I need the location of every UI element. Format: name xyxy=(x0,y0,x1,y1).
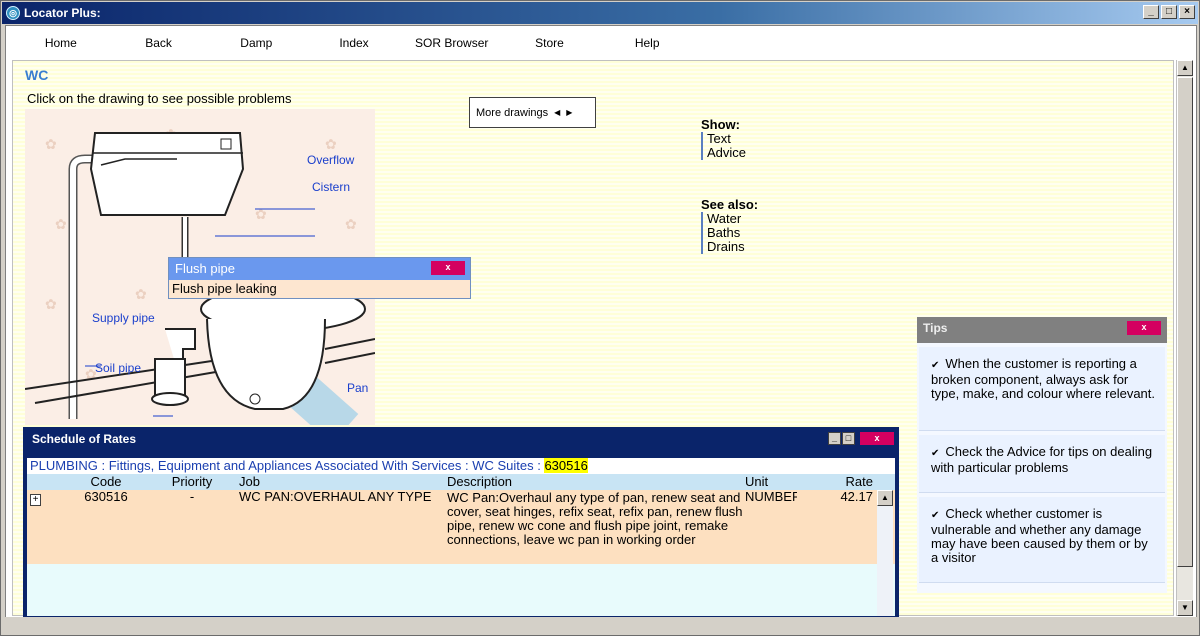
see-also-section: See also: Water Baths Drains xyxy=(701,197,758,254)
tips-close-button[interactable]: x xyxy=(1127,321,1161,335)
window-title: Locator Plus: xyxy=(24,6,101,20)
tips-header: Tips x xyxy=(917,317,1167,343)
page-title: WC xyxy=(25,67,49,83)
title-bar[interactable]: ◎ Locator Plus: _ □ × xyxy=(2,2,1198,24)
show-link-text[interactable]: Text xyxy=(707,132,746,146)
row-unit: NUMBER xyxy=(745,490,797,504)
row-priority: - xyxy=(189,489,195,504)
tips-panel: Tips x ✔ When the customer is reporting a… xyxy=(917,317,1167,593)
menu-back[interactable]: Back xyxy=(110,32,208,54)
menu-store[interactable]: Store xyxy=(501,32,599,54)
row-description: WC Pan:Overhaul any type of pan, renew s… xyxy=(447,490,743,547)
scroll-up-icon[interactable]: ▲ xyxy=(877,490,893,506)
svg-text:✿: ✿ xyxy=(255,206,267,222)
tip-item: ✔ Check the Advice for tips on dealing wi… xyxy=(919,435,1165,493)
sor-breadcrumb: PLUMBING : Fittings, Equipment and Appli… xyxy=(27,458,895,474)
see-also-drains[interactable]: Drains xyxy=(707,240,758,254)
minimize-button[interactable]: _ xyxy=(1143,5,1159,19)
col-code-header[interactable]: Code xyxy=(63,474,149,490)
app-window: ◎ Locator Plus: _ □ × Home Back Damp Ind… xyxy=(0,0,1200,636)
col-expand-header xyxy=(27,474,63,490)
sor-scrollbar[interactable]: ▲ xyxy=(877,490,893,616)
breadcrumb-code: 630516 xyxy=(544,458,588,473)
client-area: Home Back Damp Index SOR Browser Store H… xyxy=(5,25,1197,633)
more-drawings-label: More drawings xyxy=(476,106,549,119)
scroll-thumb[interactable] xyxy=(1177,77,1193,567)
sor-content: PLUMBING : Fittings, Equipment and Appli… xyxy=(27,458,895,616)
popup-close-button[interactable]: x xyxy=(431,261,465,275)
popup-title: Flush pipe xyxy=(175,261,235,276)
schedule-of-rates-window: Schedule of Rates _ □ x PLUMBING : Fitti… xyxy=(23,427,899,619)
flush-pipe-popup: Flush pipe x Flush pipe leaking xyxy=(168,257,471,299)
svg-text:✿: ✿ xyxy=(55,216,67,232)
check-icon: ✔ xyxy=(931,448,940,459)
tip-item: ✔ When the customer is reporting a broken… xyxy=(919,347,1165,431)
sor-grid-header: Code Priority Job Description Unit Rate xyxy=(27,474,895,490)
status-bar xyxy=(5,617,1197,633)
svg-text:✿: ✿ xyxy=(345,216,357,232)
menu-home[interactable]: Home xyxy=(12,32,110,54)
row-job: WC PAN:OVERHAUL ANY TYPE xyxy=(239,489,432,504)
menu-help[interactable]: Help xyxy=(598,32,696,54)
tip-text: Check whether customer is vulnerable and… xyxy=(931,506,1148,565)
menu-sor-browser[interactable]: SOR Browser xyxy=(403,32,501,54)
sor-close-button[interactable]: x xyxy=(860,432,894,445)
see-also-water[interactable]: Water xyxy=(707,212,758,226)
sor-title-bar[interactable]: Schedule of Rates _ □ x xyxy=(24,428,898,450)
show-section: Show: Text Advice xyxy=(701,117,746,160)
check-icon: ✔ xyxy=(931,510,940,521)
instruction-text: Click on the drawing to see possible pro… xyxy=(27,91,292,106)
check-icon: ✔ xyxy=(931,360,940,371)
locator-icon: ◎ xyxy=(6,6,20,20)
show-heading: Show: xyxy=(701,117,740,132)
tip-text: Check the Advice for tips on dealing wit… xyxy=(931,444,1153,475)
svg-text:✿: ✿ xyxy=(135,286,147,302)
tip-item: ✔ Check whether customer is vulnerable an… xyxy=(919,497,1165,583)
more-drawings-button[interactable]: More drawings ◀ ▶ xyxy=(469,97,596,128)
popup-header: Flush pipe x xyxy=(169,258,470,280)
label-pan[interactable]: Pan xyxy=(347,381,368,395)
sor-minimize-button[interactable]: _ xyxy=(828,432,841,445)
breadcrumb-path[interactable]: PLUMBING : Fittings, Equipment and Appli… xyxy=(30,458,541,473)
show-link-advice[interactable]: Advice xyxy=(707,146,746,160)
svg-text:✿: ✿ xyxy=(45,136,57,152)
label-soil-pipe[interactable]: Soil pipe xyxy=(95,361,141,375)
scroll-down-icon[interactable]: ▼ xyxy=(1177,600,1193,616)
main-scrollbar[interactable]: ▲ ▼ xyxy=(1176,60,1193,616)
menu-bar: Home Back Damp Index SOR Browser Store H… xyxy=(12,32,696,54)
row-rate: 42.17 xyxy=(840,489,873,504)
tips-title: Tips xyxy=(923,321,948,335)
sor-title: Schedule of Rates xyxy=(32,432,137,446)
sor-maximize-button[interactable]: □ xyxy=(842,432,855,445)
content-panel: WC Click on the drawing to see possible … xyxy=(12,60,1174,619)
prev-arrow-icon[interactable]: ◀ xyxy=(554,108,560,117)
table-row[interactable]: + 630516 - WC PAN:OVERHAUL ANY TYPE WC P… xyxy=(27,490,895,564)
label-supply-pipe[interactable]: Supply pipe xyxy=(92,311,155,325)
row-code: 630516 xyxy=(84,489,128,504)
col-priority-header[interactable]: Priority xyxy=(149,474,235,490)
svg-text:✿: ✿ xyxy=(325,136,337,152)
label-cistern[interactable]: Cistern xyxy=(312,180,350,194)
popup-item[interactable]: Flush pipe leaking xyxy=(169,280,470,298)
col-description-header[interactable]: Description xyxy=(447,474,745,490)
menu-index[interactable]: Index xyxy=(305,32,403,54)
expand-button[interactable]: + xyxy=(30,494,41,506)
tip-text: When the customer is reporting a broken … xyxy=(931,356,1156,401)
col-rate-header[interactable]: Rate xyxy=(797,474,875,490)
menu-damp[interactable]: Damp xyxy=(207,32,305,54)
col-unit-header[interactable]: Unit xyxy=(745,474,797,490)
col-job-header[interactable]: Job xyxy=(235,474,447,490)
svg-text:✿: ✿ xyxy=(45,296,57,312)
see-also-baths[interactable]: Baths xyxy=(707,226,758,240)
label-overflow[interactable]: Overflow xyxy=(307,153,354,167)
scroll-up-icon[interactable]: ▲ xyxy=(1177,60,1193,76)
maximize-button[interactable]: □ xyxy=(1161,5,1177,19)
next-arrow-icon[interactable]: ▶ xyxy=(566,108,572,117)
see-also-heading: See also: xyxy=(701,197,759,212)
close-button[interactable]: × xyxy=(1179,5,1195,19)
